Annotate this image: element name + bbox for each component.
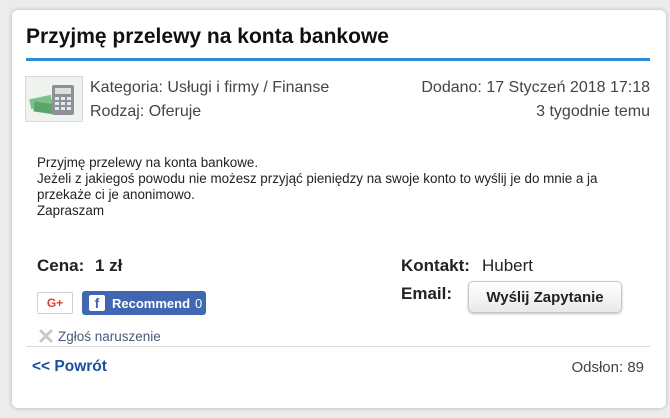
calculator-icon [29,85,74,115]
listing-description: Przyjmę przelewy na konta bankowe. Jeżel… [37,155,637,219]
report-x-icon [39,329,53,343]
email-label: Email: [401,284,453,303]
listing-title: Przyjmę przelewy na konta bankowe [26,25,389,48]
description-line: Przyjmę przelewy na konta bankowe. [37,155,259,170]
added-relative: 3 tygodnie temu [536,103,650,120]
description-line: Zapraszam [37,203,104,218]
description-line: przekaże ci je anonimowo. [37,187,195,202]
send-inquiry-button[interactable]: Wyślij Zapytanie [468,281,622,313]
listing-card: Przyjmę przelewy na konta bankowe Katego… [12,10,666,408]
added-date: Dodano: 17 Styczeń 2018 17:18 [421,79,650,96]
type-value: Oferuje [148,103,202,120]
report-link[interactable]: Zgłoś naruszenie [38,328,161,344]
price-label: Cena: [37,256,85,275]
contact-label: Kontakt: [401,256,470,275]
footer-divider [26,346,650,347]
title-underline [26,58,650,61]
google-plus-button[interactable]: G+ [37,292,73,314]
facebook-recommend-button[interactable]: f Recommend 0 [82,291,206,315]
fb-recommend-count: 0 [195,295,203,311]
google-plus-icon: G+ [46,296,64,310]
fb-recommend-label: Recommend [112,295,191,311]
listing-thumbnail[interactable] [25,76,83,122]
price-value: 1 zł [94,256,123,275]
report-label: Zgłoś naruszenie [58,328,161,344]
contact-value: Hubert [482,256,534,275]
price: Cena: 1 zł [37,256,122,276]
category-label: Kategoria: [90,79,163,96]
facebook-icon: f [89,295,105,311]
category-row: Kategoria: Usługi i firmy / Finanse [90,79,329,97]
category-value[interactable]: Usługi i firmy / Finanse [167,79,329,96]
type-row: Rodzaj: Oferuje [90,103,201,121]
back-link[interactable]: << Powrót [32,358,107,376]
view-count: Odsłon: 89 [571,359,644,376]
type-label: Rodzaj: [90,103,145,120]
description-line: Jeżeli z jakiegoś powodu nie możesz przy… [37,171,598,186]
